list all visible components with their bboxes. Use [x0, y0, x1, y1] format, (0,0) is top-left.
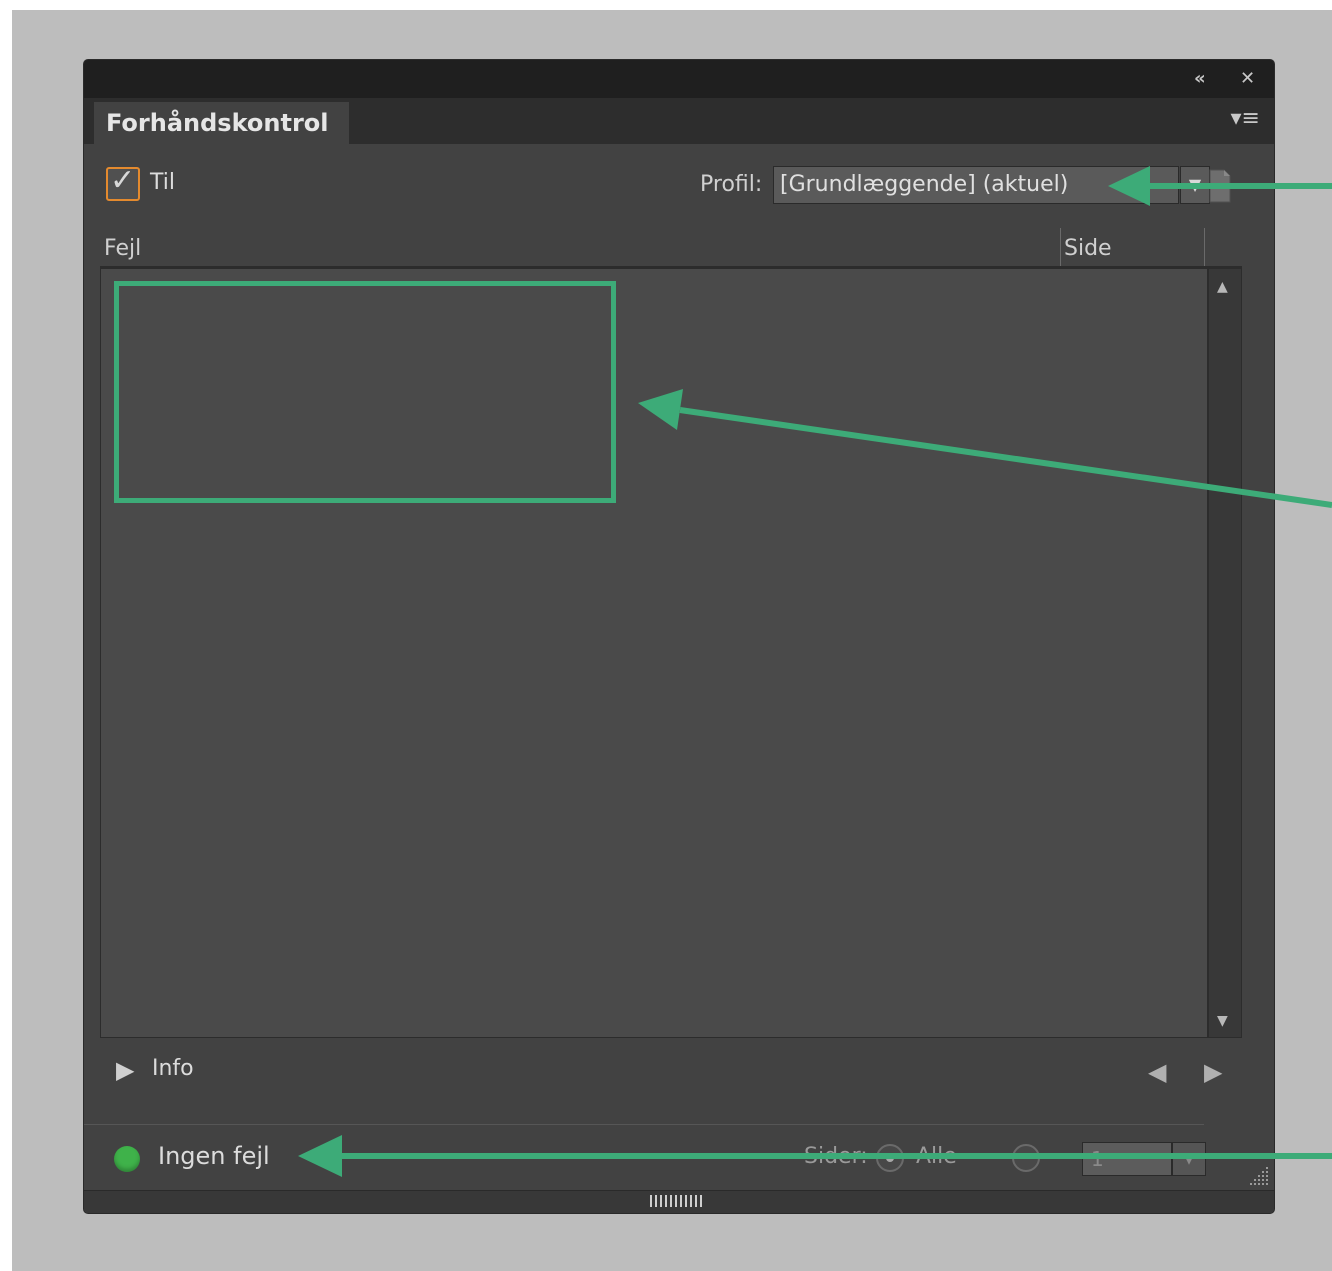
annotation-arrowhead — [298, 1135, 342, 1177]
annotation-arrowhead — [638, 389, 683, 430]
annotation-arrowhead — [1108, 166, 1150, 206]
annotation-arrows — [298, 166, 1332, 1177]
annotation-arrow-list — [679, 407, 1332, 508]
